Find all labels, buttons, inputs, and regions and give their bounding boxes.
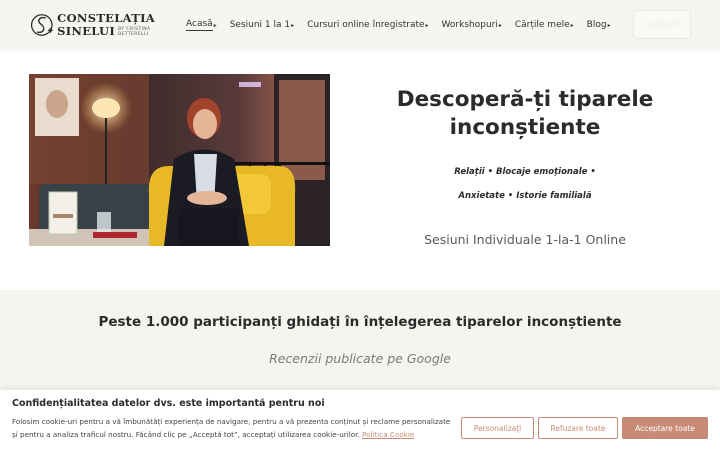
hero-tags-line-1: Relații • Blocaje emoționale • xyxy=(454,167,596,177)
nav-item-courses[interactable]: Cursuri online înregistrate ▸ xyxy=(307,20,428,30)
caret-right-icon: ▸ xyxy=(498,21,502,29)
nav-item-sessions[interactable]: Sesiuni 1 la 1 ▸ xyxy=(230,20,294,30)
customize-button[interactable]: Personalizați xyxy=(461,417,534,439)
nav-item-label: Cărțile mele xyxy=(514,20,570,30)
caret-right-icon: ▸ xyxy=(607,21,611,29)
nav-item-label: Blog xyxy=(586,20,607,30)
nav-item-blog[interactable]: Blog ▸ xyxy=(587,20,611,30)
nav-item-home[interactable]: Acasă ▸ xyxy=(186,19,217,31)
logo-text: CONSTELAȚIA SINELUI BY CRISTINA BETTEREL… xyxy=(57,10,155,38)
contact-button[interactable]: Contact xyxy=(633,10,691,39)
cookie-policy-link[interactable]: Politica Cookie xyxy=(362,430,414,439)
logo-byline-2: BETTERELLI xyxy=(118,32,149,38)
reviews-subtitle: Recenzii publicate pe Google xyxy=(269,351,451,366)
nav-item-label: Sesiuni 1 la 1 xyxy=(229,20,291,30)
reject-all-button[interactable]: Refuzare toate xyxy=(538,417,618,439)
reviews-title: Peste 1.000 participanți ghidați în înțe… xyxy=(98,314,622,330)
logo-byline-1: BY CRISTINA xyxy=(118,26,151,32)
nav-item-label: Workshopuri xyxy=(441,20,498,30)
logo-line-1: CONSTELAȚIA xyxy=(57,10,155,25)
nav-item-workshops[interactable]: Workshopuri ▸ xyxy=(442,20,502,30)
caret-right-icon: ▸ xyxy=(570,21,574,29)
hero-photo xyxy=(29,74,330,246)
main-nav: Acasă ▸ Sesiuni 1 la 1 ▸ Cursuri online … xyxy=(186,0,624,50)
site-header: CONSTELAȚIA SINELUI BY CRISTINA BETTEREL… xyxy=(0,0,720,50)
hero-subtitle: Sesiuni Individuale 1-la-1 Online xyxy=(424,232,626,247)
logo-line-2: SINELUI xyxy=(57,24,116,38)
caret-right-icon: ▸ xyxy=(213,21,217,29)
site-logo[interactable]: CONSTELAȚIA SINELUI BY CRISTINA BETTEREL… xyxy=(30,6,155,44)
logo-byline: BY CRISTINA BETTERELLI xyxy=(118,27,150,38)
hero-title: Descoperă-ți tiparele inconștiente xyxy=(396,87,654,140)
nav-item-books[interactable]: Cărțile mele ▸ xyxy=(515,20,574,30)
cookie-title: Confidențialitatea datelor dvs. este imp… xyxy=(12,398,325,409)
caret-right-icon: ▸ xyxy=(425,21,429,29)
cookie-banner: Confidențialitatea datelor dvs. este imp… xyxy=(0,390,720,450)
hero-tags: Relații • Blocaje emoționale • Anxietate… xyxy=(380,160,670,208)
cookie-text: Folosim cookie-uri pentru a vă îmbunătăț… xyxy=(12,416,452,441)
accept-all-button[interactable]: Acceptare toate xyxy=(622,417,708,439)
hero-tags-line-2: Anxietate • Istorie familială xyxy=(458,191,592,201)
caret-right-icon: ▸ xyxy=(291,21,295,29)
logo-mark-icon xyxy=(30,14,54,36)
nav-item-label: Cursuri online înregistrate xyxy=(307,20,425,30)
nav-item-label: Acasă xyxy=(186,19,213,31)
hero-photo-illustration xyxy=(29,74,330,246)
